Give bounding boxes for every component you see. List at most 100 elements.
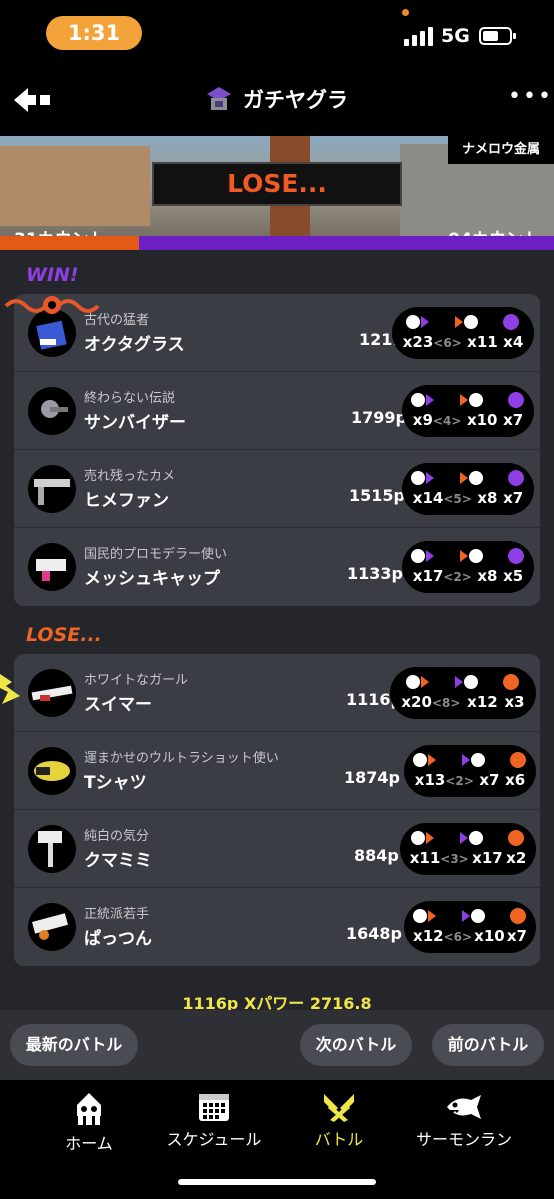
assist-count: <2> (445, 774, 474, 788)
kill-count: x9<4> (412, 411, 462, 429)
battle-nav-row: 最新のバトル 次のバトル 前のバトル (0, 1010, 554, 1080)
player-byname: 国民的プロモデラー使い (84, 547, 228, 562)
player-power: 1648p (346, 924, 402, 943)
tab-schedule[interactable]: スケジュール (149, 1092, 279, 1150)
battle-icon (324, 1094, 354, 1122)
player-name: オクタグラス (84, 335, 185, 355)
prev-battle-button[interactable]: 前のバトル (432, 1024, 544, 1066)
recording-indicator (402, 9, 409, 16)
player-byname: 売れ残ったカメ (84, 469, 176, 484)
death-count: x10 (466, 411, 498, 429)
self-marker-icon (0, 674, 20, 704)
tower-icon (206, 87, 231, 110)
assist-count: <3> (440, 852, 469, 866)
player-power: 1133p (347, 564, 403, 583)
latest-battle-button[interactable]: 最新のバトル (10, 1024, 138, 1066)
kill-count: x12<6> (413, 927, 473, 945)
status-time: 1:31 (46, 16, 142, 50)
player-stats: x9<4> x10 x7 (402, 385, 534, 437)
assist-count: <6> (433, 336, 462, 350)
player-stats: x17<2> x8 x5 (402, 541, 534, 593)
tab-salmon-run[interactable]: サーモンラン (399, 1092, 529, 1150)
nav-header: ガチヤグラ ••• (0, 64, 554, 136)
player-row[interactable]: 売れ残ったカメ ヒメファン 1515p x14<5> x8 x7 (14, 450, 540, 528)
kill-count: x14<5> (412, 489, 472, 507)
assist-count: <5> (443, 492, 472, 506)
special-count: x2 (506, 849, 527, 867)
network-type: 5G (441, 25, 470, 47)
stat-icons (400, 828, 536, 848)
stat-values: x13<2> x7 x6 (404, 771, 536, 789)
stage-name: ナメロウ金属 (447, 136, 554, 164)
player-power: 1874p (344, 768, 400, 787)
lose-team-card: ホワイトなガール スイマー 1116p x20<8> x12 x3 運まかせのウルトラショッ… (14, 654, 540, 966)
weapon-icon (28, 309, 76, 357)
player-row[interactable]: 正統派若手 ぱっつん 1648p x12<6> x10 x7 (14, 888, 540, 966)
stage-building (0, 146, 150, 226)
match-result: LOSE... (152, 162, 402, 206)
death-count: x8 (477, 567, 498, 585)
tab-home[interactable]: ホーム (24, 1092, 154, 1154)
page-title-wrap: ガチヤグラ (0, 84, 554, 114)
player-stats: x20<8> x12 x3 (390, 667, 536, 719)
player-row[interactable]: ホワイトなガール スイマー 1116p x20<8> x12 x3 (14, 654, 540, 732)
weapon-icon (28, 387, 76, 435)
signal-icon (404, 26, 434, 46)
stat-values: x14<5> x8 x7 (402, 489, 534, 507)
player-name: クマミミ (84, 851, 152, 871)
player-power: 884p (354, 846, 399, 865)
stat-values: x11<3> x17 x2 (400, 849, 536, 867)
special-count: x7 (503, 411, 524, 429)
player-stats: x14<5> x8 x7 (402, 463, 534, 515)
tab-schedule-label: スケジュール (166, 1130, 262, 1149)
player-byname: 運まかせのウルトラショット使い (84, 751, 279, 766)
death-count: x11 (467, 333, 498, 351)
death-count: x7 (479, 771, 500, 789)
stat-values: x20<8> x12 x3 (390, 693, 536, 711)
stat-icons (402, 390, 534, 410)
more-button[interactable]: ••• (508, 86, 551, 108)
stat-icons (404, 906, 536, 926)
assist-count: <8> (431, 696, 461, 710)
crown-icon (4, 296, 100, 314)
weapon-icon (28, 669, 76, 717)
player-byname: 純白の気分 (84, 829, 150, 844)
death-count: x17 (472, 849, 503, 867)
player-row[interactable]: 純白の気分 クマミミ 884p x11<3> x17 x2 (14, 810, 540, 888)
assist-count: <2> (443, 570, 472, 584)
stat-icons (390, 672, 536, 692)
stat-icons (404, 750, 536, 770)
player-row[interactable]: 運まかせのウルトラショット使い Tシャツ 1874p x13<2> x7 x6 (14, 732, 540, 810)
calendar-icon (199, 1094, 229, 1121)
weapon-icon (28, 465, 76, 513)
salmon-icon (447, 1095, 481, 1119)
special-count: x6 (505, 771, 526, 789)
tab-salmon-run-label: サーモンラン (415, 1130, 512, 1149)
battery-icon (479, 27, 516, 45)
player-name: スイマー (84, 695, 152, 715)
tab-battle[interactable]: バトル (274, 1092, 404, 1150)
squid-icon (77, 1093, 101, 1125)
status-bar: 1:31 5G (0, 0, 554, 64)
player-stats: x11<3> x17 x2 (400, 823, 536, 875)
lose-label: LOSE... (26, 624, 102, 646)
assist-count: <4> (432, 414, 462, 428)
player-row[interactable]: 国民的プロモデラー使い メッシュキャップ 1133p x17<2> x8 x5 (14, 528, 540, 606)
stat-icons (392, 312, 534, 332)
player-name: ぱっつん (84, 929, 152, 949)
kill-count: x11<3> (409, 849, 469, 867)
stat-values: x23<6> x11 x4 (392, 333, 534, 351)
stat-values: x17<2> x8 x5 (402, 567, 534, 585)
kill-count: x20<8> (401, 693, 461, 711)
next-battle-button[interactable]: 次のバトル (300, 1024, 412, 1066)
battle-detail[interactable]: WIN! 古代の猛者 オクタグラス 1211p x23<6> x11 x4 終わらない伝説サ… (0, 250, 554, 1080)
weapon-icon (28, 747, 76, 795)
weapon-icon (28, 825, 76, 873)
home-indicator (178, 1179, 376, 1185)
player-power: 1799p (351, 408, 407, 427)
special-count: x3 (504, 693, 525, 711)
count-bar-lose (0, 236, 139, 250)
player-name: サンバイザー (84, 413, 186, 433)
player-row[interactable]: 終わらない伝説 サンバイザー 1799p x9<4> x10 x7 (14, 372, 540, 450)
weapon-icon (28, 903, 76, 951)
